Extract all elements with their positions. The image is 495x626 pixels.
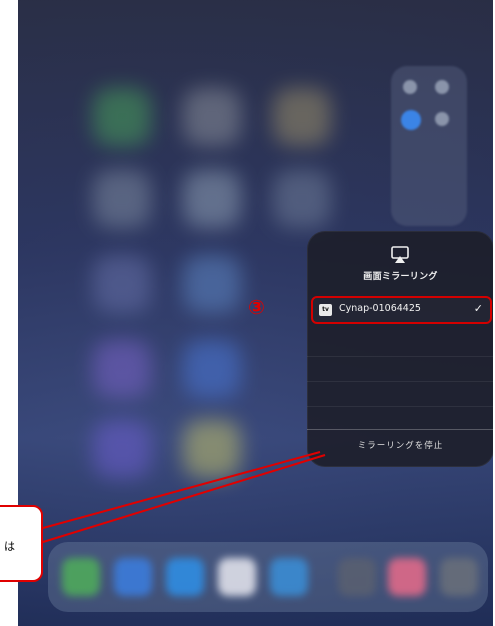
- blurred-app-icon: [273, 88, 331, 146]
- step-number-3: ③: [248, 295, 265, 319]
- blurred-dock-app: [270, 558, 308, 596]
- screen-mirroring-panel: 画面ミラーリング tv Cynap-01064425 ✓ ミラーリングを停止: [307, 231, 493, 467]
- blurred-dock-app: [440, 558, 478, 596]
- mirroring-device-item[interactable]: tv Cynap-01064425 ✓: [311, 296, 492, 324]
- blurred-dock-app: [388, 558, 426, 596]
- blurred-control-icon: [401, 110, 421, 130]
- blurred-app-icon: [183, 255, 241, 313]
- blurred-app-icon: [273, 170, 331, 228]
- blurred-control-icon: [435, 112, 449, 126]
- blurred-app-icon: [93, 340, 151, 398]
- stop-mirroring-button[interactable]: ミラーリングを停止: [307, 439, 493, 457]
- airplay-screen-icon: [391, 246, 409, 263]
- blurred-dock-app: [338, 558, 376, 596]
- dock: [48, 542, 488, 612]
- blurred-app-icon: [183, 170, 241, 228]
- blurred-app-icon: [93, 255, 151, 313]
- panel-divider: [307, 429, 493, 430]
- blurred-control-icon: [435, 80, 449, 94]
- blurred-dock-app: [62, 558, 100, 596]
- list-separator: [307, 406, 493, 407]
- device-name: Cynap-01064425: [339, 303, 421, 314]
- blurred-app-icon: [93, 170, 151, 228]
- checkmark-icon: ✓: [473, 302, 483, 315]
- list-separator: [307, 356, 493, 357]
- blurred-app-icon: [183, 88, 241, 146]
- control-center-column: [391, 66, 467, 226]
- blurred-app-icon: [93, 420, 151, 478]
- blurred-dock-app: [114, 558, 152, 596]
- blurred-app-icon: [93, 88, 151, 146]
- blurred-control-icon: [403, 80, 417, 94]
- callout-text: は: [4, 540, 15, 553]
- blurred-app-icon: [183, 340, 241, 398]
- blurred-dock-app: [218, 558, 256, 596]
- list-separator: [307, 381, 493, 382]
- blurred-dock-app: [166, 558, 204, 596]
- blurred-app-icon: [183, 420, 241, 478]
- panel-title: 画面ミラーリング: [363, 272, 438, 282]
- apple-tv-icon: tv: [319, 304, 332, 316]
